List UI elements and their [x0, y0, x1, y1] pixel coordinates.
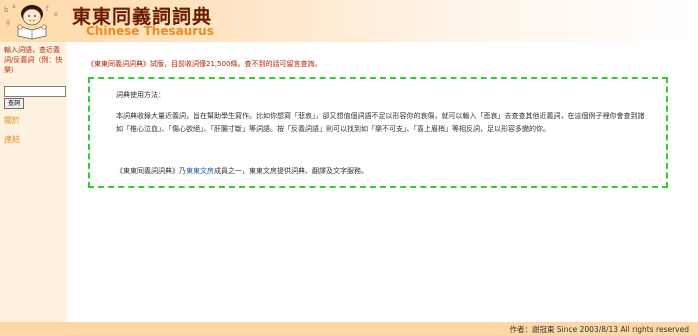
- usage-title: 詞典使用方法：: [116, 91, 165, 99]
- membership-suffix: 成員之一，東東文房提供詞典、翻譯及文字服務。: [214, 167, 368, 175]
- search-button[interactable]: 查詞: [4, 98, 24, 109]
- page-footer: 作者：謝冠東 Since 2003/8/13 All rights reserv…: [0, 322, 698, 336]
- svg-text:f: f: [46, 5, 49, 13]
- notice-text: 《東東同義詞詞典》試版，目前收詞僅21,500條。查不到的話可留言查詢。: [87, 60, 322, 68]
- site-subtitle: Chinese Thesaurus: [86, 24, 214, 38]
- svg-text:b: b: [4, 6, 9, 14]
- usage-box: 詞典使用方法： 本詞典收錄大量近義詞，旨在幫助學生寫作。比如你想寫「悲哀」，卻又…: [88, 77, 668, 188]
- dongdong-studio-link[interactable]: 東東文房: [186, 167, 214, 175]
- search-label: 輸入詞語，查近義詞/反義詞（例：快樂）: [4, 46, 63, 74]
- membership-prefix: 《東東同義詞詞典》乃: [116, 167, 186, 175]
- svg-text:e: e: [54, 11, 58, 18]
- svg-text:g: g: [6, 19, 10, 26]
- sidebar-link-about[interactable]: 關於: [4, 115, 20, 126]
- usage-body: 本詞典收錄大量近義詞，旨在幫助學生寫作。比如你想寫「悲哀」，卻又想值個詞語不足以…: [116, 112, 645, 133]
- svg-text:a: a: [12, 3, 16, 10]
- reading-child-logo: b a f e g: [2, 2, 64, 40]
- sidebar-link-links[interactable]: 連結: [4, 134, 20, 145]
- site-header: b a f e g 東東同義詞詞典 Chinese Thesaurus: [0, 0, 698, 42]
- membership-note: 《東東同義詞詞典》乃東東文房成員之一，東東文房提供詞典、翻譯及文字服務。: [116, 165, 368, 178]
- sidebar: 輸入詞語，查近義詞/反義詞（例：快樂） 查詞 關於 連結: [0, 42, 67, 322]
- search-input[interactable]: [4, 86, 66, 97]
- copyright-text: 作者：謝冠東 Since 2003/8/13 All rights reserv…: [509, 325, 690, 334]
